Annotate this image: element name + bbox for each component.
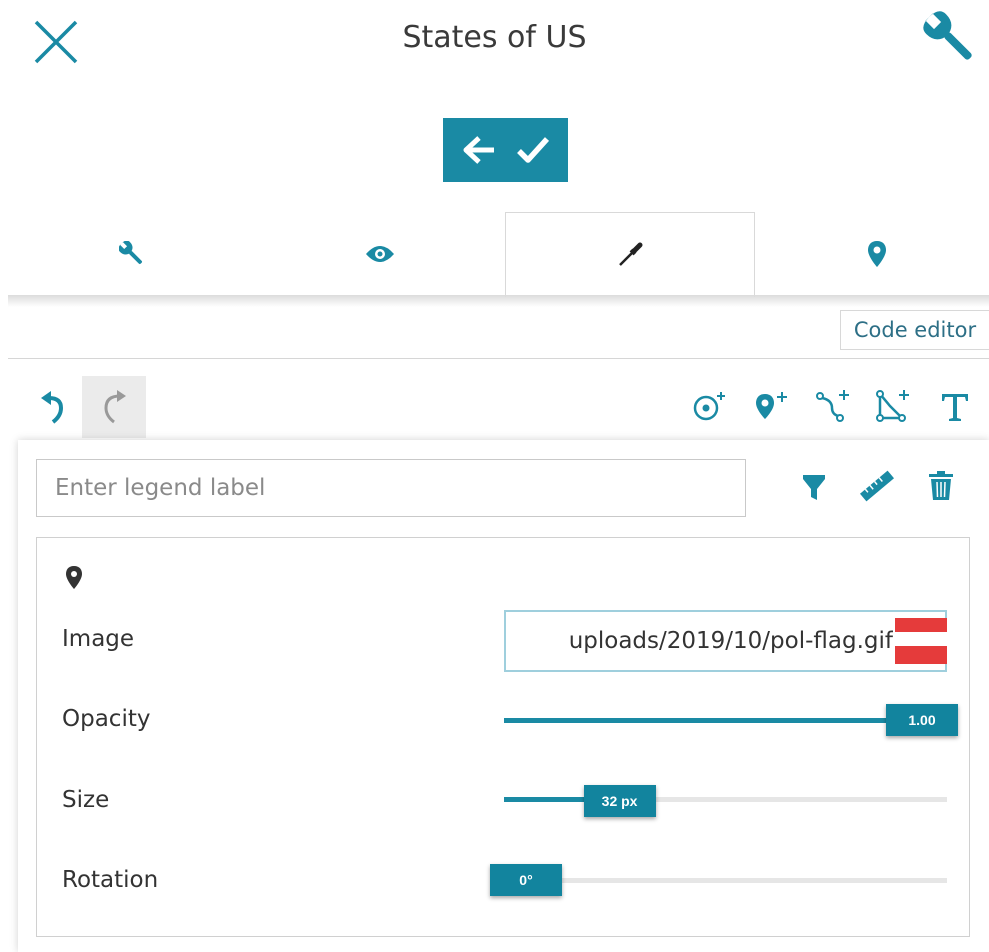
tabs-shadow	[8, 295, 989, 307]
filter-button[interactable]	[793, 462, 835, 510]
filter-icon	[803, 475, 825, 500]
eye-icon	[366, 246, 394, 262]
trash-icon	[929, 471, 953, 500]
map-marker-icon	[66, 566, 82, 589]
rotation-slider-handle[interactable]: 0°	[490, 864, 562, 896]
size-label: Size	[62, 787, 110, 813]
rotation-slider[interactable]	[504, 878, 947, 883]
tab-settings[interactable]	[8, 212, 256, 296]
add-line-button[interactable]	[812, 384, 856, 428]
back-button[interactable]	[462, 135, 496, 165]
opacity-label: Opacity	[62, 706, 151, 732]
ruler-icon	[859, 470, 895, 502]
tooltip-code-editor: Code editor	[840, 310, 989, 350]
tab-visibility[interactable]	[256, 212, 504, 296]
opacity-slider-fill	[504, 718, 947, 723]
undo-button[interactable]	[35, 388, 71, 424]
undo-icon	[41, 391, 64, 424]
add-marker-icon	[756, 392, 787, 419]
image-label: Image	[62, 626, 135, 652]
tab-style-editor[interactable]	[505, 212, 755, 297]
size-slider-handle[interactable]: 32 px	[583, 785, 656, 817]
checkmark-icon	[516, 137, 549, 163]
opacity-slider[interactable]	[504, 718, 947, 723]
flag-preview-image	[895, 618, 947, 664]
delete-button[interactable]	[921, 462, 963, 510]
action-button-group	[443, 118, 568, 182]
rotation-label: Rotation	[62, 867, 159, 893]
eyedropper-icon	[619, 242, 643, 266]
confirm-button[interactable]	[516, 135, 550, 165]
size-slider[interactable]	[504, 797, 947, 802]
map-marker-icon	[868, 241, 886, 267]
wrench-icon	[923, 11, 972, 60]
legend-label-input[interactable]	[36, 459, 746, 517]
settings-button[interactable]	[922, 10, 980, 68]
measure-button[interactable]	[856, 462, 898, 510]
add-circle-button[interactable]	[688, 384, 732, 428]
tab-bar	[8, 212, 989, 297]
wrench-icon	[119, 241, 142, 264]
add-text-icon	[942, 394, 968, 421]
opacity-slider-handle[interactable]: 1.00	[886, 704, 958, 736]
add-polygon-button[interactable]	[872, 384, 916, 428]
divider	[8, 358, 989, 359]
redo-button[interactable]	[82, 376, 146, 438]
redo-icon	[104, 390, 126, 424]
tab-marker[interactable]	[753, 212, 989, 296]
add-line-icon	[816, 390, 849, 422]
image-url-input[interactable]	[504, 610, 947, 672]
add-circle-icon	[693, 392, 725, 421]
add-polygon-icon	[876, 390, 909, 422]
page-title: States of US	[402, 20, 587, 55]
add-text-button[interactable]	[936, 384, 980, 428]
add-marker-button[interactable]	[750, 384, 794, 428]
arrow-left-icon	[463, 136, 494, 164]
